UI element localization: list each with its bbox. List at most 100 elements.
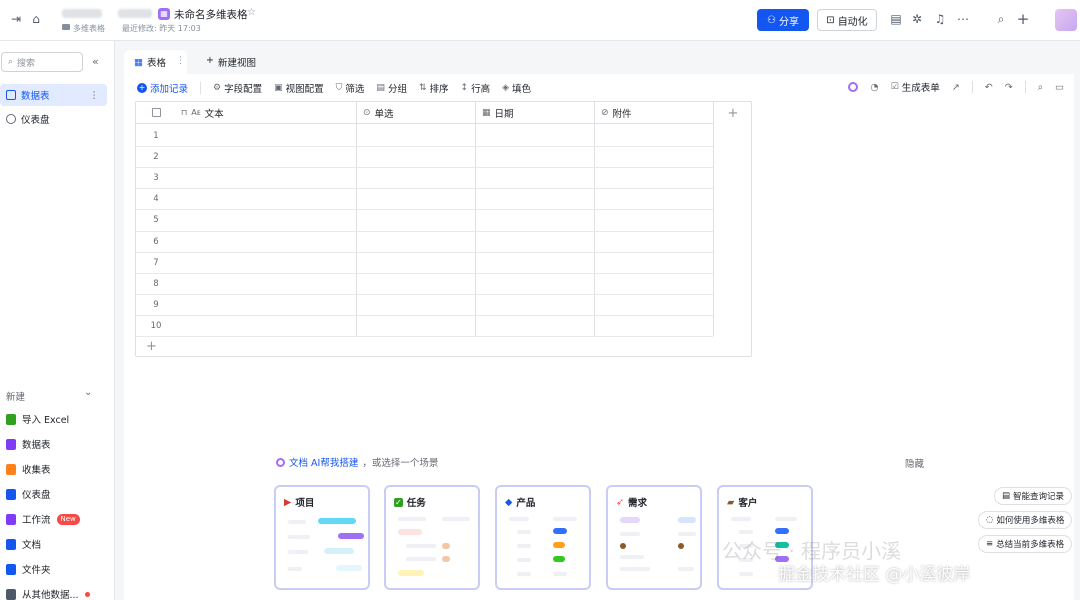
sidebar: ⌕ 搜索 « 数据表 ⋮ 仪表盘 新建 ⌄ 导入 Excel 数据表 收集表 仪… <box>0 41 115 600</box>
new-form[interactable]: 收集表 <box>0 458 114 480</box>
new-import-excel[interactable]: 导入 Excel <box>0 408 114 430</box>
column-divider <box>356 102 357 336</box>
column-header-date[interactable]: ▦ 日期 <box>476 102 594 124</box>
undo-icon[interactable]: ↶ <box>985 82 993 93</box>
pin-icon[interactable]: ☆ <box>247 7 256 18</box>
share-out-icon[interactable]: ↗ <box>952 82 960 93</box>
placeholder-line <box>517 544 531 548</box>
comment-icon[interactable]: ▭ <box>1055 82 1064 93</box>
fill-color-label: 填色 <box>512 84 532 95</box>
column-header-text[interactable]: ⊓ Aᴇ 文本 <box>136 102 356 124</box>
collapse-sidebar-icon[interactable]: « <box>92 55 99 68</box>
paint-bucket-icon: ◈ <box>502 83 509 93</box>
row-height-label: 行高 <box>471 84 491 95</box>
new-dashboard[interactable]: 仪表盘 <box>0 483 114 505</box>
select-all-checkbox[interactable] <box>152 108 161 117</box>
scene-card-requirement[interactable]: ➶ 需求 <box>606 485 702 590</box>
chevron-down-icon[interactable]: ⌄ <box>84 387 92 398</box>
column-label: 附件 <box>612 108 632 120</box>
avatar-preview <box>678 543 684 549</box>
row-height-button[interactable]: ↕ 行高 <box>461 81 491 95</box>
add-row-button[interactable]: + <box>146 339 157 354</box>
ai-build-link[interactable]: 文档 AI帮我搭建 <box>289 455 358 469</box>
tab-more-icon[interactable]: ⋮ <box>176 56 185 66</box>
gear-icon: ⚙ <box>213 83 222 93</box>
add-column-button[interactable]: + <box>714 102 752 124</box>
automation-label: 自动化 <box>837 16 868 28</box>
share-button[interactable]: ⚇ 分享 <box>757 9 809 31</box>
ai-icon[interactable] <box>848 82 859 92</box>
doc-title[interactable]: 未命名多维表格 <box>174 7 248 22</box>
card-title-label: 项目 <box>295 498 315 509</box>
row-divider <box>136 293 713 295</box>
row-divider <box>136 336 713 337</box>
column-header-attachment[interactable]: ⊘ 附件 <box>595 102 713 124</box>
row-divider <box>136 188 713 190</box>
new-document[interactable]: 文档 <box>0 533 114 555</box>
column-divider <box>594 102 595 336</box>
avatar[interactable] <box>1055 9 1077 31</box>
placeholder-line <box>288 567 302 571</box>
hide-scenes-button[interactable]: 隐藏 <box>905 456 924 470</box>
rocket-icon: ➶ <box>616 496 624 508</box>
breadcrumb-folder[interactable]: 多维表格 <box>73 23 105 34</box>
sidebar-item-label: 数据表 <box>21 91 50 102</box>
divider <box>971 81 973 93</box>
sidebar-toggle-icon[interactable]: ⇥ <box>9 12 23 26</box>
new-workflow[interactable]: 工作流 New <box>0 508 114 530</box>
scene-card-project[interactable]: ▶ 项目 <box>274 485 370 590</box>
bell-icon[interactable]: ♫ <box>933 12 947 26</box>
sidebar-item-datatable[interactable]: 数据表 ⋮ <box>0 84 107 106</box>
sidebar-search-input[interactable]: ⌕ 搜索 <box>1 52 83 72</box>
card-title-label: 需求 <box>627 498 647 509</box>
scene-card-product[interactable]: ◆ 产品 <box>495 485 591 590</box>
new-view-button[interactable]: + 新建视图 <box>206 55 256 69</box>
filter-button[interactable]: ⛉ 筛选 <box>336 81 365 95</box>
ai-prompt-text: ，或选择一个场景 <box>362 458 439 469</box>
summarize-button[interactable]: ≡ 总结当前多维表格 <box>978 535 1073 553</box>
card-title: ➶ 需求 <box>616 495 647 510</box>
plugin-icon[interactable]: ✲ <box>910 12 924 26</box>
table-toolbar: + 添加记录 ⚙ 字段配置 ▣ 视图配置 ⛉ 筛选 ▤ 分组 ⇅ 排序 ↕ 行高 ◈ 填色 <box>137 80 531 96</box>
card-title: ▰ 客户 <box>727 495 757 510</box>
placeholder-line <box>406 544 436 548</box>
search-icon[interactable]: ⌕ <box>994 12 1008 26</box>
history-icon[interactable]: ◔ <box>870 82 878 93</box>
column-header-single-select[interactable]: ⊙ 单选 <box>357 102 475 124</box>
document-icon <box>6 538 16 550</box>
placeholder-line <box>553 572 567 576</box>
more-vert-icon[interactable]: ⋮ <box>90 90 100 101</box>
sidebar-item-dashboard[interactable]: 仪表盘 <box>0 108 107 130</box>
add-record-button[interactable]: + 添加记录 <box>137 81 188 95</box>
new-item-label: 文件夹 <box>22 565 51 576</box>
scene-card-task[interactable]: ✓ 任务 <box>384 485 480 590</box>
search-records-icon[interactable]: ⌕ <box>1038 82 1043 93</box>
row-number: 9 <box>153 299 159 310</box>
text-icon: Aᴇ <box>191 108 201 117</box>
new-folder[interactable]: 文件夹 <box>0 558 114 580</box>
bitable-doc-icon: ▦ <box>158 8 170 20</box>
new-from-other-data[interactable]: 从其他数据... <box>0 583 114 600</box>
group-button[interactable]: ▤ 分组 <box>376 81 407 95</box>
card-title: ▶ 项目 <box>284 495 315 510</box>
placeholder-line <box>739 572 753 576</box>
fill-color-button[interactable]: ◈ 填色 <box>502 81 531 95</box>
add-icon[interactable]: + <box>1016 10 1030 28</box>
right-toolbar: ◔ ☑ 生成表单 ↗ ↶ ↷ ⌕ ▭ <box>848 80 1064 94</box>
check-icon: ✓ <box>394 497 403 507</box>
query-icon: ▤ <box>1002 491 1011 501</box>
more-icon[interactable]: ⋯ <box>956 12 970 26</box>
view-config-button[interactable]: ▣ 视图配置 <box>274 81 324 95</box>
home-icon[interactable]: ⌂ <box>29 12 43 26</box>
how-to-use-button[interactable]: ◌ 如何使用多维表格 <box>978 511 1073 529</box>
automation-button[interactable]: ⊡ 自动化 <box>817 9 877 31</box>
placeholder-line <box>678 532 696 536</box>
generate-form-button[interactable]: ☑ 生成表单 <box>891 80 940 94</box>
smart-query-log-button[interactable]: ▤ 智能查询记录 <box>994 487 1073 505</box>
generate-form-label: 生成表单 <box>901 83 940 94</box>
field-config-button[interactable]: ⚙ 字段配置 <box>213 81 262 95</box>
new-datatable[interactable]: 数据表 <box>0 433 114 455</box>
sort-button[interactable]: ⇅ 排序 <box>419 81 449 95</box>
redo-icon[interactable]: ↷ <box>1005 82 1013 93</box>
document-icon[interactable]: ▤ <box>889 12 903 26</box>
